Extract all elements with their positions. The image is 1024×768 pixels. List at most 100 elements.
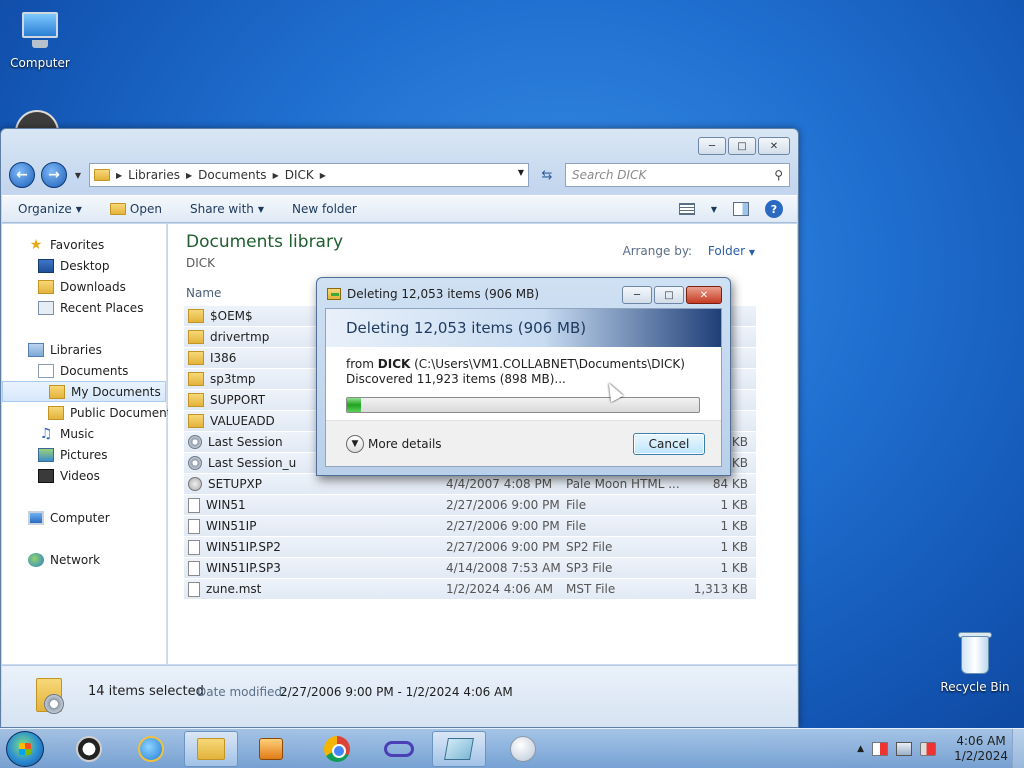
breadcrumb-libraries[interactable]: Libraries: [128, 168, 180, 182]
refresh-button[interactable]: ⇆: [535, 163, 559, 187]
more-details-button[interactable]: ▼ More details: [346, 435, 442, 453]
organize-label: Organize: [18, 202, 72, 216]
taskbar-orb-app[interactable]: [496, 731, 550, 767]
file-row[interactable]: SETUPXP 4/4/2007 4:08 PM Pale Moon HTML ..…: [184, 474, 756, 495]
chevron-right-icon[interactable]: ▶: [320, 171, 326, 180]
settings-file-icon: [188, 456, 202, 470]
nav-label: Pictures: [60, 447, 108, 462]
recent-pages-dropdown[interactable]: ▼: [73, 171, 83, 180]
desktop-icon-label: Recycle Bin: [940, 680, 1010, 694]
address-bar[interactable]: ▶ Libraries ▶ Documents ▶ DICK ▶ ▼: [89, 163, 529, 187]
file-row[interactable]: zune.mst 1/2/2024 4:06 AM MST File 1,313 KB: [184, 579, 756, 600]
search-icon[interactable]: ⚲: [774, 168, 783, 182]
file-date: 2/27/2006 9:00 PM: [446, 519, 560, 533]
nav-pictures[interactable]: Pictures: [2, 444, 166, 465]
nav-label: Recent Places: [60, 300, 144, 315]
file-name-cell: zune.mst: [184, 581, 446, 597]
nav-computer[interactable]: Computer: [2, 507, 166, 528]
breadcrumb-documents[interactable]: Documents: [198, 168, 266, 182]
nav-videos[interactable]: Videos: [2, 465, 166, 486]
address-dropdown-icon[interactable]: ▼: [518, 168, 524, 177]
back-button[interactable]: ←: [9, 162, 35, 188]
nav-libraries[interactable]: Libraries: [2, 339, 166, 360]
arrow-right-icon: →: [48, 167, 60, 183]
help-icon[interactable]: ?: [765, 200, 783, 218]
nav-documents[interactable]: Documents: [2, 360, 166, 381]
share-with-button[interactable]: Share with ▼: [190, 202, 264, 216]
file-icon: [188, 560, 200, 576]
file-name: I386: [210, 351, 237, 365]
file-row[interactable]: WIN51 2/27/2006 9:00 PM File 1 KB: [184, 495, 756, 516]
nav-music[interactable]: ♫ Music: [2, 423, 166, 444]
desktop-icon-recycle-bin[interactable]: Recycle Bin: [935, 630, 1015, 694]
dialog-title: Deleting 12,053 items (906 MB): [347, 287, 540, 301]
navigation-pane: ★ Favorites Desktop Downloads Recent Plac…: [2, 224, 178, 664]
preview-pane-icon[interactable]: [733, 202, 749, 216]
dialog-maximize-button[interactable]: □: [654, 286, 684, 304]
taskbar-loop-app[interactable]: [372, 731, 426, 767]
show-desktop-button[interactable]: [1012, 729, 1024, 768]
libraries-icon: [28, 342, 44, 357]
nav-label: Videos: [60, 468, 100, 483]
notepad-icon: [444, 738, 474, 760]
breadcrumb-dick[interactable]: DICK: [285, 168, 314, 182]
minimize-button[interactable]: ─: [698, 137, 726, 155]
volume-icon[interactable]: [920, 742, 937, 756]
view-dropdown-icon[interactable]: ▼: [711, 205, 717, 214]
nav-desktop[interactable]: Desktop: [2, 255, 166, 276]
arrange-dropdown[interactable]: Folder ▼: [708, 244, 755, 258]
network-icon[interactable]: [896, 742, 913, 756]
desktop-icon: [38, 258, 54, 273]
organize-button[interactable]: Organize ▼: [18, 202, 82, 216]
search-input[interactable]: Search DICK ⚲: [565, 163, 790, 187]
command-bar: Organize ▼ Open Share with ▼ New folder ▼ …: [2, 195, 797, 223]
file-icon: [188, 497, 200, 513]
file-name: WIN51IP.SP3: [206, 561, 281, 575]
column-header-name[interactable]: Name: [186, 286, 221, 300]
desktop-icon-computer[interactable]: Computer: [0, 8, 80, 70]
forward-button[interactable]: →: [41, 162, 67, 188]
maximize-button[interactable]: □: [728, 137, 756, 155]
nav-label: My Documents: [71, 384, 161, 399]
action-center-icon[interactable]: [872, 742, 889, 756]
taskbar-notepad[interactable]: [432, 731, 486, 767]
start-button[interactable]: [6, 731, 44, 767]
close-button[interactable]: ✕: [758, 137, 790, 155]
file-name-cell: WIN51: [184, 497, 446, 513]
taskbar-clock-app[interactable]: [62, 731, 116, 767]
show-hidden-icons-button[interactable]: ▲: [857, 744, 864, 754]
nav-label: Public Documents: [70, 405, 178, 420]
nav-network[interactable]: Network: [2, 549, 166, 570]
dialog-close-button[interactable]: ✕: [686, 286, 722, 304]
nav-recent-places[interactable]: Recent Places: [2, 297, 166, 318]
arrange-value: Folder: [707, 244, 746, 258]
nav-my-documents[interactable]: My Documents: [2, 381, 166, 402]
open-button[interactable]: Open: [109, 202, 162, 216]
file-type: File: [566, 498, 587, 512]
chevron-right-icon[interactable]: ▶: [116, 171, 122, 180]
change-view-icon[interactable]: [678, 203, 695, 215]
dialog-minimize-button[interactable]: ─: [622, 286, 652, 304]
taskbar-media-player[interactable]: [244, 731, 298, 767]
nav-public-documents[interactable]: Public Documents: [2, 402, 178, 423]
taskbar-chrome[interactable]: [310, 731, 364, 767]
cancel-button[interactable]: Cancel: [633, 433, 705, 455]
nav-downloads[interactable]: Downloads: [2, 276, 166, 297]
new-folder-button[interactable]: New folder: [292, 202, 357, 216]
chevron-right-icon[interactable]: ▶: [273, 171, 279, 180]
clock[interactable]: 4:06 AM 1/2/2024: [954, 734, 1008, 764]
html-file-icon: [188, 477, 202, 491]
file-row[interactable]: WIN51IP.SP3 4/14/2008 7:53 AM SP3 File 1 KB: [184, 558, 756, 579]
file-name: SUPPORT: [210, 393, 266, 407]
folder-icon: [94, 169, 110, 181]
nav-favorites[interactable]: ★ Favorites: [2, 234, 166, 255]
taskbar-explorer[interactable]: [184, 731, 238, 767]
folder-icon: [197, 738, 225, 760]
source-path: from DICK (C:\Users\VM1.COLLABNET\Docume…: [346, 357, 685, 371]
taskbar-internet-explorer[interactable]: [124, 731, 178, 767]
file-row[interactable]: WIN51IP 2/27/2006 9:00 PM File 1 KB: [184, 516, 756, 537]
file-row[interactable]: WIN51IP.SP2 2/27/2006 9:00 PM SP2 File 1 KB: [184, 537, 756, 558]
chevron-right-icon[interactable]: ▶: [186, 171, 192, 180]
open-folder-icon: [109, 203, 126, 215]
folder-icon: [188, 372, 204, 386]
